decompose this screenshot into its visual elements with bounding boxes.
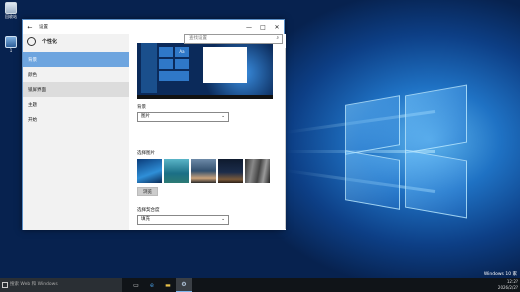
preview-taskbar <box>137 95 273 99</box>
fit-label: 选择契合度 <box>137 208 160 213</box>
desktop-icon-recycle-bin[interactable]: 回收站 <box>1 2 21 20</box>
chevron-down-icon: ⌄ <box>221 217 225 222</box>
sidebar-header: 个性化 <box>23 34 129 48</box>
page-title: 个性化 <box>42 38 58 45</box>
preview-tile <box>175 59 189 69</box>
wallpaper-window-pane <box>345 95 400 155</box>
edge-browser-icon[interactable]: e <box>144 278 160 292</box>
sidebar-item-background[interactable]: 背景 <box>23 52 129 67</box>
preview-window <box>203 47 247 83</box>
preview-tile <box>159 59 173 69</box>
main-content: Aa 背景 图片 ⌄ 选择图片 浏览 选择契合度 填充 ⌄ <box>129 34 286 230</box>
desktop-icon-label: 1 <box>9 48 13 53</box>
recycle-bin-icon <box>5 2 17 14</box>
close-button[interactable]: ✕ <box>270 24 284 31</box>
maximize-button[interactable]: □ <box>256 24 270 31</box>
preview-tile: Aa <box>175 47 189 57</box>
minimize-button[interactable]: — <box>242 24 256 31</box>
sidebar-item-themes[interactable]: 主题 <box>23 97 129 112</box>
desktop-icon-label: 回收站 <box>5 14 17 19</box>
sidebar: 个性化 背景 颜色 锁屏界面 主题 开始 <box>23 34 129 230</box>
settings-taskbar-icon[interactable]: ⚙ <box>176 278 192 292</box>
file-explorer-icon[interactable]: ▬ <box>160 278 176 292</box>
fit-dropdown-value: 填充 <box>141 217 150 222</box>
taskbar-search-input[interactable]: 搜索 Web 和 Windows <box>0 278 122 292</box>
task-view-icon[interactable]: ▭ <box>128 278 144 292</box>
sidebar-item-colors[interactable]: 颜色 <box>23 67 129 82</box>
background-label: 背景 <box>137 105 146 110</box>
fit-dropdown[interactable]: 填充 ⌄ <box>137 215 229 225</box>
wallpaper-window-pane <box>405 84 467 154</box>
background-preview: Aa <box>137 43 273 99</box>
preview-tile <box>159 71 189 81</box>
picture-thumbnail-1[interactable] <box>137 159 162 183</box>
settings-window: ← 设置 — □ ✕ 个性化 背景 颜色 锁屏界面 主题 开始 Aa 背景 图片… <box>22 19 286 230</box>
chevron-down-icon: ⌄ <box>221 114 225 119</box>
back-arrow-icon[interactable]: ← <box>23 24 37 31</box>
desktop: 回收站 1 ← 设置 — □ ✕ 个性化 背景 颜色 锁屏界面 主题 开始 Aa… <box>0 0 520 292</box>
windows-logo-icon <box>2 282 8 288</box>
picture-thumbnail-2[interactable] <box>164 159 189 183</box>
background-dropdown-value: 图片 <box>141 114 150 119</box>
picture-thumbnail-5[interactable] <box>245 159 270 183</box>
search-placeholder: 查找设置 <box>189 36 207 41</box>
search-icon: ⌕ <box>276 36 279 41</box>
computer-icon <box>5 36 17 48</box>
taskbar-search-placeholder: 搜索 Web 和 Windows <box>10 282 58 287</box>
taskbar: 搜索 Web 和 Windows ▭ e ▬ ⚙ 12:2? 2026/2/2? <box>0 278 520 292</box>
picture-thumbnail-4[interactable] <box>218 159 243 183</box>
system-tray-clock[interactable]: 12:2? 2026/2/2? <box>498 278 518 292</box>
background-dropdown[interactable]: 图片 ⌄ <box>137 112 229 122</box>
sidebar-item-lock-screen[interactable]: 锁屏界面 <box>23 82 129 97</box>
sidebar-item-start[interactable]: 开始 <box>23 112 129 127</box>
gear-icon <box>27 36 36 46</box>
preview-tile <box>159 47 173 57</box>
picture-thumbnail-3[interactable] <box>191 159 216 183</box>
wallpaper-window-pane <box>405 149 467 219</box>
choose-picture-label: 选择图片 <box>137 151 155 156</box>
preview-start-menu <box>141 43 157 93</box>
wallpaper-window-pane <box>345 150 400 210</box>
scrollbar[interactable] <box>285 48 286 229</box>
desktop-icon-computer[interactable]: 1 <box>1 36 21 53</box>
window-title: 设置 <box>39 25 48 30</box>
browse-button[interactable]: 浏览 <box>137 187 158 196</box>
title-bar[interactable]: ← 设置 — □ ✕ <box>23 20 284 34</box>
clock-date: 2026/2/2? <box>497 285 518 290</box>
windows-watermark: Windows 10 家 <box>483 272 517 277</box>
settings-search-input[interactable]: 查找设置 ⌕ <box>184 34 283 44</box>
